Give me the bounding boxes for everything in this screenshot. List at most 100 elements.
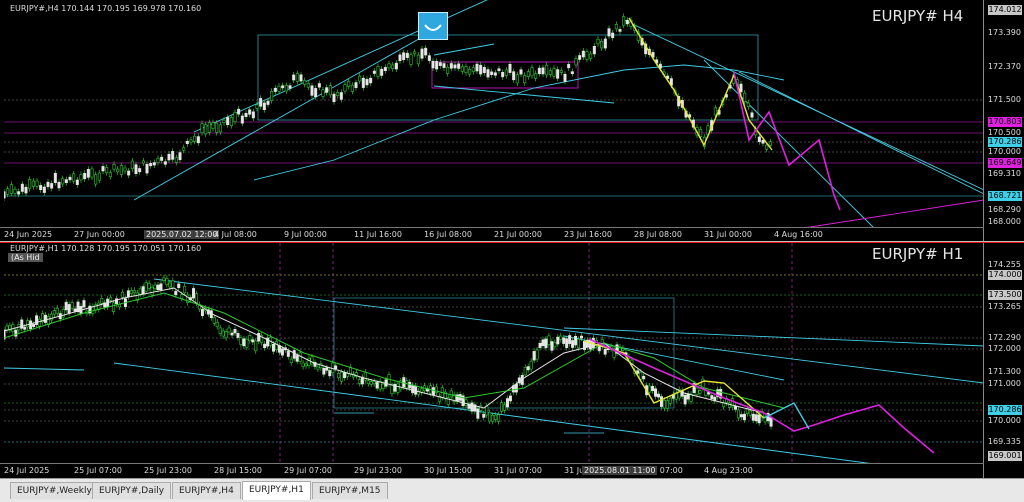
h4-candle xyxy=(449,63,453,69)
h4-candle xyxy=(486,69,490,78)
h1-price-label: 172.290 xyxy=(987,333,1021,342)
h1-time-axis[interactable]: 24 Jul 2025 25 Jul 07:00 25 Jul 23:00 28 Ju… xyxy=(0,463,984,478)
h1-candle xyxy=(159,283,163,290)
h1-candle xyxy=(29,320,33,330)
h1-candle xyxy=(147,282,151,289)
h4-candle xyxy=(442,63,446,68)
h4-candle xyxy=(361,77,365,88)
h4-time-axis[interactable]: 24 Jun 2025 27 Jun 00:00 2025.07.02 12:00 4… xyxy=(0,227,984,242)
h4-candle xyxy=(46,181,50,188)
h4-candle xyxy=(53,172,57,183)
h1-candle xyxy=(254,340,258,352)
h1-candle xyxy=(642,375,646,380)
h4-price-axis[interactable]: 174.012 173.390 172.370 171.500 170.803 170.5… xyxy=(983,0,1024,242)
h1-candle xyxy=(242,338,246,347)
h1-candle xyxy=(683,394,687,405)
h1-time-label: 25 Jul 23:00 xyxy=(144,466,192,475)
h1-candle xyxy=(470,402,474,412)
h1-candle xyxy=(526,366,530,371)
h4-candle xyxy=(167,153,171,161)
smiley-icon[interactable] xyxy=(418,12,448,40)
h4-candle xyxy=(358,75,362,82)
h1-candle xyxy=(514,383,518,393)
h4-projection-magenta xyxy=(733,71,841,211)
h4-price-label: 173.390 xyxy=(987,28,1021,37)
h1-candle xyxy=(431,387,435,396)
h1-candle xyxy=(150,286,154,296)
h1-candle xyxy=(562,337,566,344)
h4-candle xyxy=(299,74,303,82)
h1-candle xyxy=(482,413,486,418)
h1-candle xyxy=(233,329,237,334)
h4-candle xyxy=(86,169,90,178)
h1-projection-magenta xyxy=(588,338,935,454)
h4-candle xyxy=(75,179,79,185)
h1-candle xyxy=(529,360,533,370)
h1-price-label: 171.300 xyxy=(987,367,1021,376)
h1-candle xyxy=(449,390,453,398)
h1-candle xyxy=(109,297,113,301)
h4-candle xyxy=(559,69,563,73)
h4-candle xyxy=(50,183,54,189)
h1-price-chart[interactable] xyxy=(4,243,984,464)
h4-candle xyxy=(35,180,39,187)
h1-candle xyxy=(728,402,732,408)
h1-candle xyxy=(153,284,157,290)
h4-candle xyxy=(537,67,541,75)
h1-price-label: 171.000 xyxy=(987,379,1021,388)
h4-candle xyxy=(372,70,376,74)
h4-price-label: 172.370 xyxy=(987,62,1021,71)
h1-symbol-info: EURJPY#,H1 170.128 170.195 170.051 170.1… xyxy=(10,244,202,253)
h1-candle xyxy=(221,330,225,337)
h4-candle xyxy=(519,69,523,75)
h1-price-label: 169.335 xyxy=(987,437,1021,446)
h1-chart-pane[interactable]: EURJPY#,H1 170.128 170.195 170.051 170.1… xyxy=(0,243,1024,478)
h1-candle xyxy=(488,412,492,422)
h1-candle xyxy=(751,413,755,421)
h1-candle xyxy=(120,291,124,298)
chart-tab[interactable]: EURJPY#,Weekly xyxy=(10,482,99,499)
h1-candle xyxy=(38,318,42,327)
h1-candle xyxy=(280,348,284,356)
h4-candle xyxy=(438,62,442,66)
h4-candle xyxy=(288,85,292,89)
h4-trendline xyxy=(433,85,615,104)
h1-candle xyxy=(698,390,702,394)
h4-time-label: 16 Jul 08:00 xyxy=(424,230,472,239)
h4-candle xyxy=(402,52,406,60)
h4-candle xyxy=(552,68,556,77)
h1-candle xyxy=(328,370,332,377)
h4-candle xyxy=(699,129,703,137)
h4-candle xyxy=(215,122,219,133)
h4-price-chart[interactable] xyxy=(4,0,984,228)
h4-candle xyxy=(112,163,116,170)
h1-candle xyxy=(331,362,335,373)
h4-time-label: 27 Jun 00:00 xyxy=(74,230,125,239)
chart-tab[interactable]: EURJPY#,M15 xyxy=(312,482,388,499)
h4-candle xyxy=(64,179,68,183)
h1-price-axis[interactable]: 174.255 174.000 173.500 173.265 172.290 172.0… xyxy=(983,243,1024,478)
h4-candle xyxy=(545,64,549,76)
h4-candle xyxy=(614,24,618,30)
h4-candle xyxy=(534,73,538,79)
h4-candle xyxy=(321,89,325,97)
h1-candle xyxy=(659,396,663,407)
h1-price-label: 174.000 xyxy=(988,270,1022,280)
h4-candle xyxy=(266,100,270,105)
h1-candle xyxy=(541,339,545,346)
h1-candle xyxy=(73,308,77,312)
h4-candle xyxy=(431,60,435,69)
h4-chart-pane[interactable]: EURJPY#,H4 170.144 170.195 169.978 170.1… xyxy=(0,0,1024,242)
chart-tab[interactable]: EURJPY#,H1 xyxy=(242,481,311,500)
h4-candle xyxy=(244,112,248,117)
h4-price-label: 169.649 xyxy=(988,158,1022,168)
h1-candle xyxy=(23,326,27,330)
h4-candle xyxy=(101,166,105,172)
chart-tab[interactable]: EURJPY#,Daily xyxy=(92,482,172,499)
chart-tab[interactable]: EURJPY#,H4 xyxy=(172,482,241,499)
h1-marker-time-label: 2025.08.01 11:00 xyxy=(582,466,658,475)
h4-candle xyxy=(97,172,101,181)
h1-candle xyxy=(588,339,592,350)
h1-candle xyxy=(156,284,160,291)
h1-candle xyxy=(82,300,86,308)
